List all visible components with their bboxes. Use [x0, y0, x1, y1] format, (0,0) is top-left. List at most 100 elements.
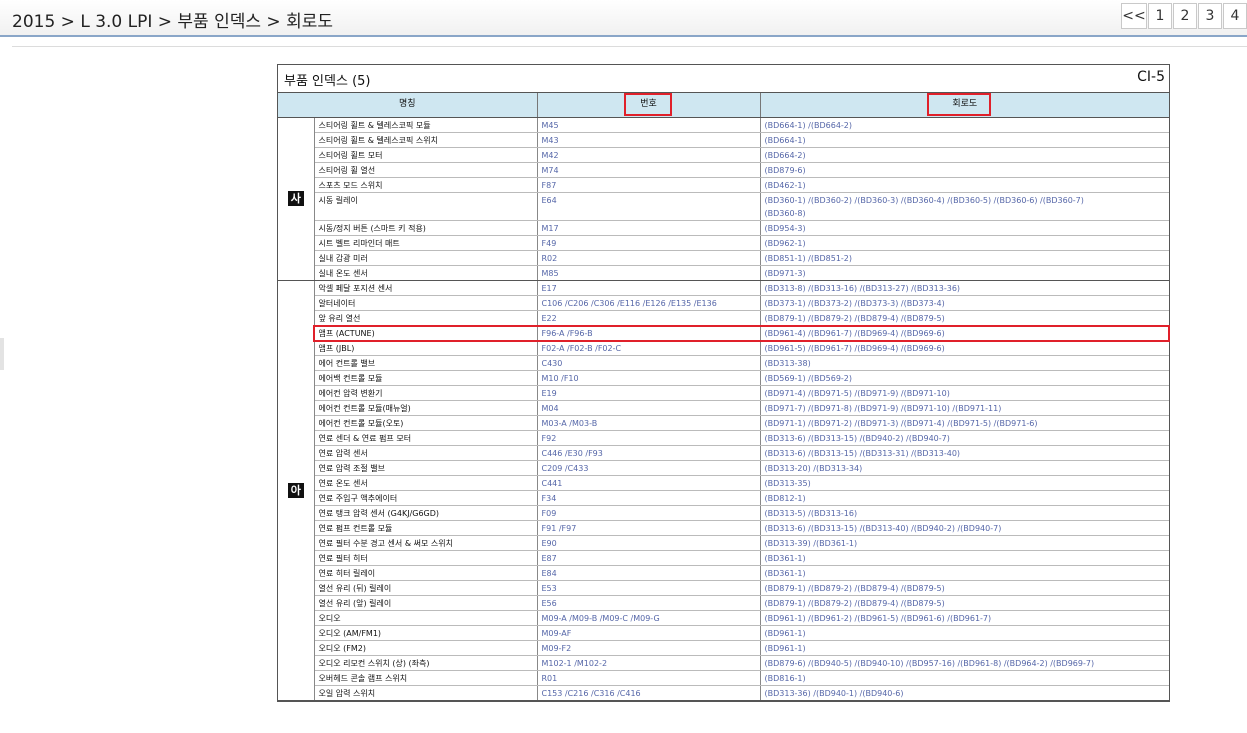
- part-number-link[interactable]: E19: [537, 385, 761, 401]
- part-number-link[interactable]: C106 /C206 /C306 /E116 /E126 /E135 /E136: [537, 295, 761, 311]
- part-number-link[interactable]: C430: [537, 355, 761, 371]
- document-code: CI-5: [1137, 69, 1165, 85]
- table-row: 열선 유리 (뒤) 릴레이 E53 (BD879-1) /(BD879-2) /(B…: [278, 580, 1169, 596]
- circuit-diagram-links[interactable]: (BD360-1) /(BD360-2) /(BD360-3) /(BD360-…: [760, 192, 1170, 221]
- part-name: 스티어링 휠트 모터: [314, 147, 538, 163]
- circuit-diagram-links[interactable]: (BD313-35): [760, 475, 1169, 491]
- pager-page-3[interactable]: 3: [1198, 3, 1222, 29]
- part-name: 연료 펌프 컨트롤 모듈: [314, 520, 538, 536]
- pager-page-4[interactable]: 4: [1223, 3, 1247, 29]
- part-number-link[interactable]: F92: [537, 430, 761, 446]
- circuit-diagram-links[interactable]: (BD313-39) /(BD361-1): [760, 535, 1169, 551]
- circuit-diagram-links[interactable]: (BD462-1): [760, 177, 1169, 193]
- part-number-link[interactable]: E22: [537, 310, 761, 326]
- pager-page-2[interactable]: 2: [1173, 3, 1197, 29]
- header-name: 명칭: [278, 93, 538, 118]
- part-number-link[interactable]: F34: [537, 490, 761, 506]
- part-number-link[interactable]: M03-A /M03-B: [537, 415, 761, 431]
- circuit-diagram-links[interactable]: (BD361-1): [760, 565, 1169, 581]
- part-number-link[interactable]: R01: [537, 670, 761, 686]
- side-collapse-handle[interactable]: [0, 338, 4, 370]
- circuit-line[interactable]: (BD360-8): [765, 207, 1170, 220]
- part-number-link[interactable]: M85: [537, 265, 761, 281]
- part-number-link[interactable]: M74: [537, 162, 761, 178]
- part-number-link[interactable]: F09: [537, 505, 761, 521]
- circuit-diagram-links[interactable]: (BD816-1): [760, 670, 1169, 686]
- circuit-diagram-links[interactable]: (BD373-1) /(BD373-2) /(BD373-3) /(BD373-…: [760, 295, 1169, 311]
- circuit-diagram-links[interactable]: (BD954-3): [760, 220, 1169, 236]
- part-number-link[interactable]: M04: [537, 400, 761, 416]
- circuit-diagram-links[interactable]: (BD971-3): [760, 265, 1169, 281]
- part-number-link[interactable]: E17: [537, 280, 761, 296]
- circuit-diagram-links[interactable]: (BD313-20) /(BD313-34): [760, 460, 1169, 476]
- part-number-link[interactable]: M09-AF: [537, 625, 761, 641]
- part-number-link[interactable]: M09-A /M09-B /M09-C /M09-G: [537, 610, 761, 626]
- part-number-link[interactable]: E56: [537, 595, 761, 611]
- part-number-link[interactable]: M102-1 /M102-2: [537, 655, 761, 671]
- part-number-link[interactable]: F91 /F97: [537, 520, 761, 536]
- circuit-diagram-links[interactable]: (BD313-36) /(BD940-1) /(BD940-6): [760, 685, 1169, 701]
- part-number-link[interactable]: F49: [537, 235, 761, 251]
- circuit-diagram-links[interactable]: (BD313-38): [760, 355, 1169, 371]
- circuit-diagram-links[interactable]: (BD313-8) /(BD313-16) /(BD313-27) /(BD31…: [760, 280, 1169, 296]
- circuit-diagram-links[interactable]: (BD971-4) /(BD971-5) /(BD971-9) /(BD971-…: [760, 385, 1169, 401]
- circuit-diagram-links[interactable]: (BD971-1) /(BD971-2) /(BD971-3) /(BD971-…: [760, 415, 1169, 431]
- part-number-link[interactable]: E87: [537, 550, 761, 566]
- pager-page-1[interactable]: 1: [1148, 3, 1172, 29]
- part-number-link[interactable]: M42: [537, 147, 761, 163]
- part-number-link[interactable]: E84: [537, 565, 761, 581]
- circuit-diagram-links[interactable]: (BD961-1): [760, 625, 1169, 641]
- highlight-row-actune: [313, 325, 1170, 342]
- part-name: 에어컨 컨트롤 모듈(매뉴얼): [314, 400, 538, 416]
- breadcrumb: 2015 > L 3.0 LPI > 부품 인덱스 > 회로도: [12, 12, 333, 32]
- part-number-link[interactable]: C446 /E30 /F93: [537, 445, 761, 461]
- group-label-cell: 아: [278, 280, 315, 701]
- circuit-diagram-links[interactable]: (BD664-1): [760, 132, 1169, 148]
- circuit-diagram-links[interactable]: (BD313-6) /(BD313-15) /(BD313-31) /(BD31…: [760, 445, 1169, 461]
- circuit-diagram-links[interactable]: (BD961-1) /(BD961-2) /(BD961-5) /(BD961-…: [760, 610, 1169, 626]
- part-number-link[interactable]: M09-F2: [537, 640, 761, 656]
- table-row: 연료 주입구 액추에이터 F34 (BD812-1): [278, 490, 1169, 506]
- circuit-diagram-links[interactable]: (BD879-1) /(BD879-2) /(BD879-4) /(BD879-…: [760, 595, 1169, 611]
- circuit-diagram-links[interactable]: (BD961-5) /(BD961-7) /(BD969-4) /(BD969-…: [760, 340, 1169, 356]
- part-number-link[interactable]: M45: [537, 117, 761, 133]
- part-number-link[interactable]: M43: [537, 132, 761, 148]
- part-number-link[interactable]: E90: [537, 535, 761, 551]
- part-name: 시트 벨트 리마인더 매트: [314, 235, 538, 251]
- part-name: 연료 압력 조절 밸브: [314, 460, 538, 476]
- circuit-line[interactable]: (BD360-1) /(BD360-2) /(BD360-3) /(BD360-…: [765, 194, 1170, 207]
- circuit-diagram-links[interactable]: (BD879-1) /(BD879-2) /(BD879-4) /(BD879-…: [760, 310, 1169, 326]
- circuit-diagram-links[interactable]: (BD361-1): [760, 550, 1169, 566]
- circuit-diagram-links[interactable]: (BD961-1): [760, 640, 1169, 656]
- table-row: 오디오 M09-A /M09-B /M09-C /M09-G (BD961-1) /…: [278, 610, 1169, 626]
- circuit-diagram-links[interactable]: (BD879-1) /(BD879-2) /(BD879-4) /(BD879-…: [760, 580, 1169, 596]
- part-number-link[interactable]: M10 /F10: [537, 370, 761, 386]
- part-name: 오디오 (AM/FM1): [314, 625, 538, 641]
- circuit-diagram-links[interactable]: (BD569-1) /(BD569-2): [760, 370, 1169, 386]
- circuit-diagram-links[interactable]: (BD313-5) /(BD313-16): [760, 505, 1169, 521]
- circuit-diagram-links[interactable]: (BD664-1) /(BD664-2): [760, 117, 1169, 133]
- circuit-diagram-links[interactable]: (BD313-6) /(BD313-15) /(BD313-40) /(BD94…: [760, 520, 1169, 536]
- circuit-diagram-links[interactable]: (BD879-6) /(BD940-5) /(BD940-10) /(BD957…: [760, 655, 1169, 671]
- part-number-link[interactable]: F02-A /F02-B /F02-C: [537, 340, 761, 356]
- circuit-diagram-links[interactable]: (BD962-1): [760, 235, 1169, 251]
- circuit-diagram-links[interactable]: (BD664-2): [760, 147, 1169, 163]
- part-number-link[interactable]: C153 /C216 /C316 /C416: [537, 685, 761, 701]
- part-number-link[interactable]: C441: [537, 475, 761, 491]
- circuit-diagram-links[interactable]: (BD971-7) /(BD971-8) /(BD971-9) /(BD971-…: [760, 400, 1169, 416]
- table-row: 실내 온도 센서 M85 (BD971-3): [278, 265, 1169, 281]
- part-number-link[interactable]: E64: [537, 192, 761, 221]
- document-page: 부품 인덱스 (5) CI-5 명칭 번호 회로도 사 스티어링 휠트 & 텔레스…: [277, 64, 1170, 702]
- part-number-link[interactable]: R02: [537, 250, 761, 266]
- table-row: 연료 필터 히터 E87 (BD361-1): [278, 550, 1169, 566]
- circuit-diagram-links[interactable]: (BD313-6) /(BD313-15) /(BD940-2) /(BD940…: [760, 430, 1169, 446]
- part-number-link[interactable]: C209 /C433: [537, 460, 761, 476]
- part-number-link[interactable]: F87: [537, 177, 761, 193]
- circuit-diagram-links[interactable]: (BD879-6): [760, 162, 1169, 178]
- part-number-link[interactable]: M17: [537, 220, 761, 236]
- table-row: 연료 히터 릴레이 E84 (BD361-1): [278, 565, 1169, 581]
- circuit-diagram-links[interactable]: (BD812-1): [760, 490, 1169, 506]
- part-number-link[interactable]: E53: [537, 580, 761, 596]
- pager-prev-button[interactable]: <<: [1121, 3, 1147, 29]
- circuit-diagram-links[interactable]: (BD851-1) /(BD851-2): [760, 250, 1169, 266]
